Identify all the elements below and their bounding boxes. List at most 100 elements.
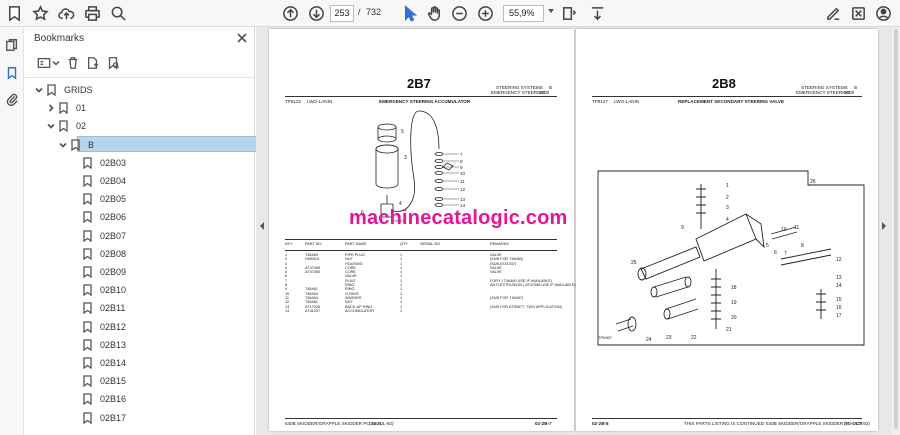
- bookmark-item[interactable]: 02B14: [69, 354, 126, 372]
- bookmark-item[interactable]: 02B07: [69, 227, 126, 245]
- svg-text:3: 3: [404, 155, 407, 161]
- steering-valve-diagram: 26 1234 56 78 121314 151617 181920 212223…: [597, 170, 865, 346]
- bookmark-item[interactable]: 02B08: [69, 245, 126, 263]
- star-icon[interactable]: [29, 3, 51, 24]
- footer-rule: [285, 418, 557, 419]
- svg-text:14: 14: [836, 283, 842, 289]
- save-icon[interactable]: [3, 3, 25, 24]
- section-number: B: [549, 85, 553, 90]
- chevron-down-icon[interactable]: [45, 120, 57, 132]
- zoom-dropdown-icon[interactable]: [548, 9, 554, 13]
- bookmark-item[interactable]: 02B03: [69, 154, 126, 172]
- bookmark-label: 02B04: [100, 176, 127, 186]
- collapse-panel-icon[interactable]: [260, 222, 264, 230]
- svg-text:9: 9: [681, 225, 684, 231]
- header-rule: [285, 96, 557, 97]
- bookmark-item[interactable]: 02B05: [69, 190, 126, 208]
- svg-text:16: 16: [836, 305, 842, 311]
- cloud-upload-icon[interactable]: [55, 3, 77, 24]
- svg-text:8: 8: [460, 159, 463, 164]
- fill-sign-icon[interactable]: [822, 3, 844, 24]
- print-icon[interactable]: [81, 3, 103, 24]
- caret-spacer: [69, 321, 81, 333]
- caret-spacer: [69, 230, 81, 242]
- bookmark-icon: [57, 119, 69, 133]
- footer-page-id: 02-2B-7: [535, 421, 552, 426]
- delete-bookmark-icon[interactable]: [65, 55, 81, 71]
- bookmark-item[interactable]: 02: [45, 117, 86, 135]
- next-page-icon[interactable]: [305, 3, 327, 24]
- bookmark-item[interactable]: 01: [45, 99, 86, 117]
- chevron-down-icon[interactable]: [33, 84, 45, 96]
- bookmark-item[interactable]: 02B13: [69, 336, 126, 354]
- document-scrollbar[interactable]: [892, 27, 900, 435]
- footer-machine: 540B SKIDDER/GRAPPLE SKIDDER PC-1624: [285, 421, 382, 426]
- bookmark-icon: [81, 411, 93, 425]
- caret-spacer: [69, 175, 81, 187]
- bookmark-label: B: [88, 139, 95, 150]
- left-navigation-rail: [0, 27, 24, 435]
- bookmark-item[interactable]: B: [57, 136, 94, 154]
- close-icon[interactable]: [234, 30, 250, 46]
- account-icon[interactable]: [872, 3, 894, 24]
- bookmark-label: 02B07: [100, 230, 127, 241]
- col-key: KEY: [285, 242, 293, 246]
- document-view[interactable]: 2B7 STEERING SYSTEMS B EMERGENCY STEERIN…: [256, 27, 900, 435]
- svg-text:7: 7: [784, 251, 787, 257]
- bookmark-label: 02B03: [100, 157, 127, 168]
- bookmark-label: GRIDS: [64, 85, 93, 95]
- bookmark-icon: [69, 138, 81, 152]
- scroll-mode-icon[interactable]: [586, 3, 608, 24]
- page-fit-icon[interactable]: [557, 3, 579, 24]
- header-code: TP8122: [285, 99, 302, 104]
- bookmark-item[interactable]: GRIDS: [33, 81, 93, 99]
- bookmark-item[interactable]: 02B12: [69, 318, 126, 336]
- zoom-level-field[interactable]: 55,9%: [503, 5, 544, 22]
- find-bookmark-icon[interactable]: [105, 55, 121, 71]
- bookmark-item[interactable]: 02B15: [69, 372, 126, 390]
- expand-panel-icon[interactable]: [882, 222, 886, 230]
- svg-text:13: 13: [836, 275, 842, 281]
- selected-bookmark-highlight: [77, 136, 270, 152]
- select-cursor-icon[interactable]: [398, 3, 420, 24]
- col-remarks: REMARKS: [490, 242, 509, 246]
- document-page-right: 2B8 STEERING SYSTEMS B EMERGENCY STEERIN…: [576, 29, 878, 431]
- svg-text:TP6367: TP6367: [598, 335, 613, 340]
- new-bookmark-icon[interactable]: [85, 55, 101, 71]
- caret-spacer: [69, 193, 81, 205]
- pdf-viewer-window: 253 / 732 55,9% Bookmarks GRIDS 01 02 B …: [0, 0, 900, 435]
- svg-text:24: 24: [646, 337, 652, 343]
- share-icon[interactable]: [847, 3, 869, 24]
- hand-tool-icon[interactable]: [423, 3, 445, 24]
- svg-text:23: 23: [666, 335, 672, 341]
- bookmark-item[interactable]: 02B16: [69, 390, 126, 408]
- chevron-down-icon[interactable]: [57, 139, 69, 151]
- zoom-in-icon[interactable]: [474, 3, 496, 24]
- page-thumbnails-icon[interactable]: [4, 37, 20, 53]
- options-dropdown-icon[interactable]: [52, 55, 60, 71]
- svg-text:7: 7: [460, 152, 463, 157]
- bookmark-item[interactable]: 02B09: [69, 263, 126, 281]
- bookmarks-panel-icon[interactable]: [4, 65, 20, 81]
- zoom-out-icon[interactable]: [448, 3, 470, 24]
- bookmark-item[interactable]: 02B11: [69, 299, 125, 317]
- bookmark-item[interactable]: 02B17: [69, 409, 126, 427]
- bookmark-item[interactable]: 02B06: [69, 208, 126, 226]
- cell-part-no: AT41037: [305, 308, 321, 313]
- page-number-input[interactable]: 253: [330, 5, 354, 22]
- svg-text:9: 9: [460, 165, 463, 170]
- bookmark-item[interactable]: 02B10: [69, 281, 126, 299]
- previous-page-icon[interactable]: [279, 3, 301, 24]
- bookmark-item[interactable]: 02B04: [69, 172, 126, 190]
- bookmark-label: 01: [76, 103, 87, 114]
- attachments-icon[interactable]: [4, 91, 20, 107]
- watermark-text: machinecatalogic.com: [349, 207, 568, 229]
- bookmark-icon: [81, 229, 93, 243]
- chevron-right-icon[interactable]: [45, 102, 57, 114]
- document-scroll-thumb[interactable]: [894, 29, 898, 429]
- svg-text:2: 2: [726, 195, 729, 201]
- table-header-rule: [285, 250, 557, 251]
- bookmark-options-icon[interactable]: [36, 55, 52, 71]
- search-icon[interactable]: [107, 3, 129, 24]
- bookmarks-panel-title: Bookmarks: [34, 33, 85, 44]
